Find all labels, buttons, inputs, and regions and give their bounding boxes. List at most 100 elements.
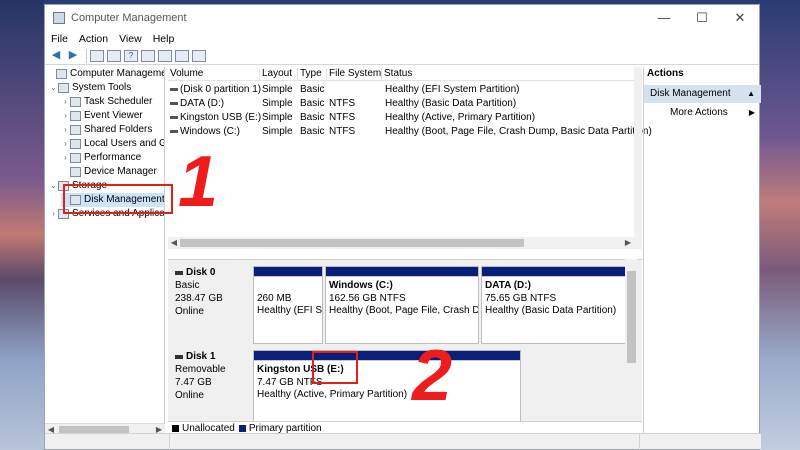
actions-section-disk-management[interactable]: Disk Management ▲ xyxy=(644,85,761,103)
volume-status: Healthy (Basic Data Partition) xyxy=(385,98,517,109)
chevron-down-icon[interactable]: ⌄ xyxy=(49,81,58,95)
forward-arrow-icon[interactable]: ▶ xyxy=(66,49,80,62)
disk-graphical-view: Disk 0 Basic 238.47 GB Online 260 MB Hea… xyxy=(168,259,642,422)
partition-size: 7.47 GB NTFS xyxy=(257,376,323,388)
chevron-right-icon[interactable]: › xyxy=(61,123,70,137)
settings-check-icon[interactable] xyxy=(175,49,189,62)
annotation-box-drive-letter xyxy=(312,351,358,384)
partition-title xyxy=(257,280,319,293)
chevron-right-icon[interactable]: › xyxy=(61,95,70,109)
system-tools-icon xyxy=(58,83,69,93)
disk-size: 238.47 GB xyxy=(175,293,223,304)
actions-title: Actions xyxy=(647,68,684,79)
volume-layout: Simple xyxy=(262,84,293,95)
column-header-type[interactable]: Type xyxy=(298,68,327,81)
volume-type: Basic xyxy=(300,98,325,109)
partition-title: Windows (C:) xyxy=(329,280,393,291)
menu-file[interactable]: File xyxy=(51,33,68,45)
computer-management-icon xyxy=(56,69,67,79)
minimize-button[interactable]: — xyxy=(645,10,683,26)
chevron-right-icon[interactable]: › xyxy=(61,137,70,151)
more-actions-item[interactable]: More Actions ▶ xyxy=(644,103,761,121)
partition-data-d[interactable]: DATA (D:) 75.65 GB NTFS Healthy (Basic D… xyxy=(481,266,626,344)
volume-list-header: Volume Layout Type File System Status xyxy=(168,67,634,81)
menu-help[interactable]: Help xyxy=(153,33,175,45)
tree-item-label: Performance xyxy=(84,152,142,163)
users-icon xyxy=(70,139,81,149)
disk-vertical-scrollbar[interactable] xyxy=(625,259,638,421)
partition-status: Healthy (Active, Primary Partition) xyxy=(257,389,408,400)
volume-vertical-scrollbar[interactable] xyxy=(634,67,642,249)
scroll-right-icon[interactable]: ▶ xyxy=(622,237,634,249)
column-header-file-system[interactable]: File System xyxy=(327,68,382,81)
column-header-volume[interactable]: Volume xyxy=(168,68,260,81)
table-row[interactable]: Windows (C:) Simple Basic NTFS Healthy (… xyxy=(168,126,652,139)
actions-section-label: Disk Management xyxy=(650,88,731,99)
volume-name: DATA (D:) xyxy=(180,98,225,109)
properties-icon[interactable] xyxy=(141,49,155,62)
chevron-right-icon[interactable]: › xyxy=(49,207,58,221)
scroll-thumb[interactable] xyxy=(180,239,524,247)
primary-partition-band xyxy=(326,267,478,277)
tree-item-event-viewer[interactable]: › Event Viewer xyxy=(61,109,143,123)
volume-horizontal-scrollbar[interactable]: ◀ ▶ xyxy=(168,237,634,249)
volume-layout: Simple xyxy=(262,126,293,137)
tree-item-label: Device Manager xyxy=(84,166,157,177)
volume-status: Healthy (EFI System Partition) xyxy=(385,84,520,95)
volume-type: Basic xyxy=(300,84,325,95)
tree-item-performance[interactable]: › Performance xyxy=(61,151,141,165)
help-icon[interactable]: ? xyxy=(124,49,138,62)
up-folder-icon[interactable] xyxy=(90,49,104,62)
chevron-down-icon[interactable]: ⌄ xyxy=(49,179,58,193)
partition-windows-c[interactable]: Windows (C:) 162.56 GB NTFS Healthy (Boo… xyxy=(325,266,479,344)
legend-swatch-unallocated xyxy=(172,425,179,432)
disk-icon xyxy=(175,354,183,359)
refresh-icon[interactable] xyxy=(158,49,172,62)
chevron-right-icon[interactable]: › xyxy=(61,151,70,165)
annotation-box-disk-management xyxy=(63,184,173,214)
volume-list: Volume Layout Type File System Status (D… xyxy=(168,67,652,255)
partition-status: Healthy (EFI Sy xyxy=(257,305,322,316)
performance-icon xyxy=(70,153,81,163)
tree-item-shared-folders[interactable]: › Shared Folders xyxy=(61,123,152,137)
column-header-layout[interactable]: Layout xyxy=(260,68,298,81)
tree-item-system-tools[interactable]: ⌄ System Tools xyxy=(49,81,131,95)
partition-size: 75.65 GB NTFS xyxy=(485,292,557,304)
menu-view[interactable]: View xyxy=(119,33,142,45)
toolbar: ◀ ▶ ? xyxy=(45,47,759,65)
table-row[interactable]: (Disk 0 partition 1) Simple Basic Health… xyxy=(168,84,634,97)
tree-item-device-manager[interactable]: Device Manager xyxy=(61,165,157,179)
primary-partition-band xyxy=(254,351,520,361)
window-title: Computer Management xyxy=(71,12,187,24)
disk-view-icon[interactable] xyxy=(192,49,206,62)
legend-swatch-primary xyxy=(238,425,246,432)
collapse-triangle-icon[interactable]: ▲ xyxy=(747,85,755,103)
volume-icon xyxy=(170,101,178,105)
chevron-right-icon[interactable]: › xyxy=(61,109,70,123)
volume-icon xyxy=(170,115,178,119)
partition-size: 260 MB xyxy=(257,292,292,304)
close-button[interactable]: ✕ xyxy=(721,10,759,26)
device-manager-icon xyxy=(70,167,81,177)
volume-layout: Simple xyxy=(262,112,293,123)
back-arrow-icon[interactable]: ◀ xyxy=(49,49,63,62)
disk-1-label[interactable]: Disk 1 Removable 7.47 GB Online xyxy=(168,350,250,422)
volume-name: Windows (C:) xyxy=(180,126,241,137)
tree-item-task-scheduler[interactable]: › Task Scheduler xyxy=(61,95,152,109)
tree-item-computer-management[interactable]: Computer Management xyxy=(47,67,164,81)
scroll-left-icon[interactable]: ◀ xyxy=(168,237,180,249)
partition-kingston-usb-e[interactable]: Kingston USB (E:) 7.47 GB NTFS Healthy (… xyxy=(253,350,521,422)
table-row[interactable]: Kingston USB (E:) Simple Basic NTFS Heal… xyxy=(168,112,634,125)
column-header-status[interactable]: Status xyxy=(382,68,634,81)
partition-disk0-efi[interactable]: 260 MB Healthy (EFI Sy xyxy=(253,266,323,344)
maximize-button[interactable]: ☐ xyxy=(683,10,721,26)
disk-0-label[interactable]: Disk 0 Basic 238.47 GB Online xyxy=(168,266,250,348)
menu-action[interactable]: Action xyxy=(79,33,108,45)
table-row[interactable]: DATA (D:) Simple Basic NTFS Healthy (Bas… xyxy=(168,98,634,111)
more-actions-label: More Actions xyxy=(670,107,728,118)
show-hide-tree-icon[interactable] xyxy=(107,49,121,62)
scroll-thumb[interactable] xyxy=(627,271,636,363)
volume-layout: Simple xyxy=(262,98,293,109)
tree-item-local-users[interactable]: › Local Users and Gr xyxy=(61,137,164,151)
primary-partition-band xyxy=(482,267,625,277)
